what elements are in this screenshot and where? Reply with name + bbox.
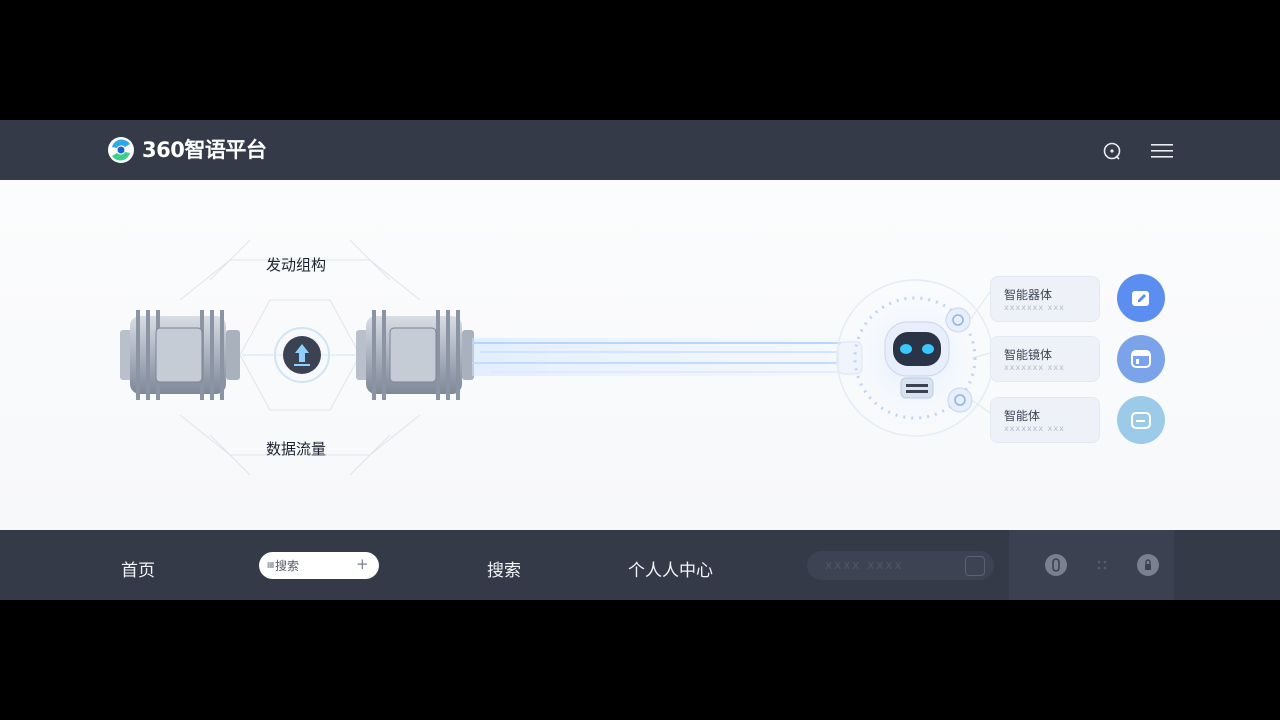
- top-label: 发动组构: [266, 256, 327, 274]
- bottom-nav-bar: 首页 ▦ 搜索 + 搜索 个人人中心 xxxx xxxx: [0, 530, 1280, 600]
- left-motor-icon: [120, 310, 240, 400]
- agent-card-title: 智能镜体: [1004, 348, 1053, 362]
- lock-icon[interactable]: [1137, 554, 1159, 576]
- bottom-label: 数据流量: [266, 440, 327, 458]
- agent-card-subtitle: xxxxxxx xxx: [1004, 424, 1065, 433]
- agent-card-title: 智能器体: [1004, 288, 1053, 302]
- workflow-stage: 发动组构 数据流量 智能器体 xxxxxxx xxx 智能镜体 xxxxxxx …: [0, 180, 1280, 530]
- app-window: 360智语平台 发动组构 数据流量 智能器体 xxxxxxx xxx 智能镜体 …: [0, 120, 1280, 600]
- folder-button[interactable]: [1117, 396, 1165, 444]
- agent-card-subtitle: xxxxxxx xxx: [1004, 303, 1065, 312]
- search-input[interactable]: ▦ 搜索 +: [259, 552, 379, 579]
- agent-card-2[interactable]: 智能镜体 xxxxxxx xxx: [990, 336, 1100, 382]
- browser-window-icon: [1131, 350, 1151, 368]
- hamburger-menu-icon[interactable]: [1150, 142, 1174, 160]
- edit-note-button[interactable]: [1117, 274, 1165, 322]
- brand-name[interactable]: 360智语平台: [142, 134, 267, 164]
- add-icon[interactable]: +: [356, 555, 369, 573]
- edit-note-icon: [1132, 291, 1149, 306]
- agent-card-title: 智能体: [1004, 409, 1041, 423]
- nav-home[interactable]: 首页: [121, 556, 155, 581]
- secondary-input[interactable]: xxxx xxxx: [807, 551, 994, 580]
- grid-icon[interactable]: [1091, 554, 1113, 576]
- secondary-input-text: xxxx xxxx: [825, 558, 904, 572]
- upload-arrow-icon[interactable]: [283, 336, 321, 374]
- browser-window-button[interactable]: [1117, 335, 1165, 383]
- nav-search[interactable]: 搜索: [487, 556, 521, 581]
- swirl-logo-icon[interactable]: [106, 135, 136, 165]
- search-placeholder: 搜索: [275, 559, 300, 573]
- top-header: 360智语平台: [0, 120, 1280, 180]
- agent-card-3[interactable]: 智能体 xxxxxxx xxx: [990, 397, 1100, 443]
- data-beam: [472, 338, 863, 376]
- right-motor-icon: [356, 310, 474, 400]
- window-icon[interactable]: [965, 556, 985, 576]
- nav-profile[interactable]: 个人人中心: [628, 556, 713, 581]
- clip-icon[interactable]: [1045, 554, 1067, 576]
- tool-panel: [1009, 530, 1174, 600]
- chat-bubble-icon[interactable]: [1102, 141, 1122, 161]
- folder-icon: [1131, 412, 1151, 429]
- search-icon: ▦: [267, 560, 275, 569]
- agent-card-subtitle: xxxxxxx xxx: [1004, 363, 1065, 372]
- agent-card-1[interactable]: 智能器体 xxxxxxx xxx: [990, 276, 1100, 322]
